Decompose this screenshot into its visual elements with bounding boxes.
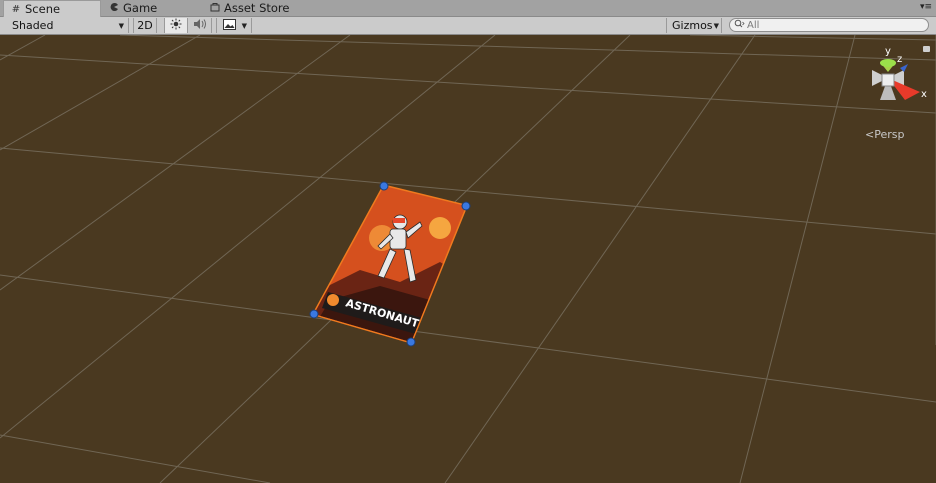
chevron-down-icon: ▼ xyxy=(241,21,247,30)
gizmo-z-label: z xyxy=(897,54,902,65)
sun-icon xyxy=(170,18,182,33)
image-icon xyxy=(223,18,236,33)
tab-scene-label: Scene xyxy=(25,2,61,16)
search-icon xyxy=(734,19,745,31)
card-artwork xyxy=(314,186,466,342)
gizmos-dropdown[interactable]: Gizmos ▼ xyxy=(666,18,722,33)
tab-game-label: Game xyxy=(123,1,158,15)
tab-asset-store-label: Asset Store xyxy=(224,1,290,15)
lighting-toggle-button[interactable] xyxy=(164,18,188,33)
rocket-badge-icon xyxy=(327,294,339,306)
chevron-down-icon: ▼ xyxy=(713,21,719,30)
corner-handle xyxy=(379,181,389,191)
projection-label: Persp xyxy=(874,128,905,141)
2d-toggle-button[interactable]: 2D xyxy=(133,18,157,33)
tab-menu-icon[interactable]: ▾≡ xyxy=(920,2,932,12)
corner-handle xyxy=(309,309,319,319)
2d-toggle-label: 2D xyxy=(137,19,153,32)
scene-toolbar: Shaded ▼ 2D ▼ Gizmos ▼ All xyxy=(0,17,936,35)
editor-tab-strip: # Scene Game Asset Store ▾≡ xyxy=(0,0,936,17)
search-field[interactable]: All xyxy=(729,18,929,32)
tab-scene[interactable]: # Scene xyxy=(3,0,101,17)
tab-game[interactable]: Game xyxy=(108,0,188,16)
effects-dropdown[interactable]: ▼ xyxy=(216,18,252,33)
corner-handle xyxy=(461,201,471,211)
scene-viewport[interactable]: ASTRONAUT y z x <Persp xyxy=(0,35,936,483)
gizmos-label: Gizmos xyxy=(672,19,713,32)
pacman-icon xyxy=(108,2,120,15)
persp-icon: < xyxy=(865,128,875,141)
gizmo-y-label: y xyxy=(885,46,891,57)
tab-asset-store[interactable]: Asset Store xyxy=(209,0,319,16)
grid-icon: # xyxy=(11,3,21,15)
corner-handle xyxy=(406,337,416,347)
draw-mode-dropdown[interactable]: Shaded ▼ xyxy=(0,18,129,33)
audio-toggle-button[interactable] xyxy=(188,18,212,33)
draw-mode-label: Shaded xyxy=(12,19,54,32)
lock-icon[interactable] xyxy=(923,46,930,52)
orientation-gizmo[interactable]: y z x xyxy=(850,40,930,120)
search-placeholder: All xyxy=(747,19,760,31)
gizmo-x-label: x xyxy=(921,89,927,100)
card-sprite[interactable]: ASTRONAUT xyxy=(0,35,936,483)
chevron-down-icon: ▼ xyxy=(118,21,124,30)
projection-toggle[interactable]: <Persp xyxy=(865,128,904,141)
speaker-icon xyxy=(193,18,207,33)
store-bag-icon xyxy=(209,2,221,15)
